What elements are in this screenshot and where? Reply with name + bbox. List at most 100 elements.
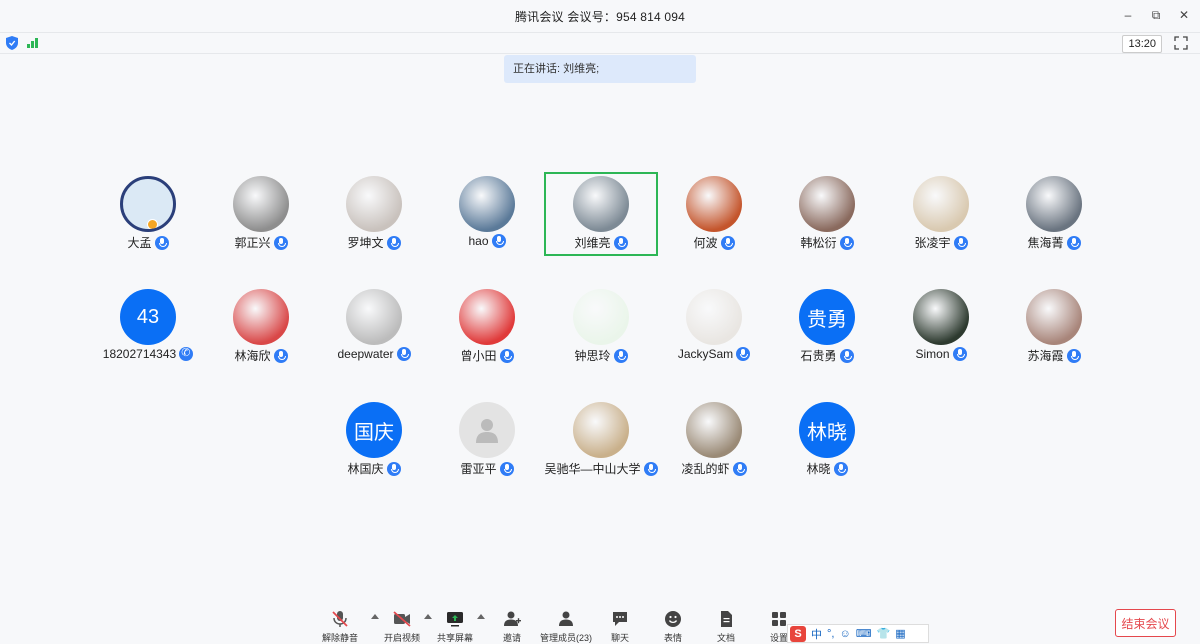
unmute-button[interactable]: 解除静音	[312, 609, 368, 644]
participant-tile[interactable]: 韩松衍	[770, 172, 884, 256]
participant-name-row: 郭正兴	[234, 234, 288, 251]
participant-tile[interactable]: deepwater	[317, 285, 431, 369]
participant-tile[interactable]: 林海欣	[204, 285, 318, 369]
documents-button[interactable]: 文档	[698, 609, 754, 644]
avatar	[459, 289, 515, 345]
participant-name: Simon	[915, 347, 950, 361]
participant-name: 18202714343	[102, 347, 177, 361]
avatar: 贵勇	[799, 289, 855, 345]
microphone-icon	[839, 348, 854, 363]
participant-name: 焦海菁	[1027, 236, 1064, 250]
avatar	[459, 402, 515, 458]
microphone-icon	[839, 235, 854, 250]
participant-tile[interactable]: 钟思玲	[544, 285, 658, 369]
manage-members-button[interactable]: 管理成员(23)	[538, 609, 594, 644]
reactions-button[interactable]: 表情	[645, 609, 701, 644]
document-icon	[721, 611, 732, 627]
participant-name: 林国庆	[347, 462, 384, 476]
participant-tile[interactable]: hao	[430, 172, 544, 256]
sogou-logo-icon: S	[790, 625, 806, 642]
participant-tile[interactable]: 吴驰华—中山大学	[544, 398, 658, 482]
microphone-icon	[491, 234, 506, 248]
participant-name-row: 林海欣	[234, 347, 288, 364]
participant-name: 钟思玲	[574, 349, 611, 363]
avatar: 林晓	[799, 402, 855, 458]
microphone-icon	[953, 235, 968, 250]
participant-tile[interactable]: 张凌宇	[884, 172, 998, 256]
avatar	[459, 176, 515, 232]
participant-tile[interactable]: 林晓 林晓	[770, 398, 884, 482]
participant-name: 雷亚平	[460, 462, 497, 476]
participant-tile[interactable]: 雷亚平	[430, 398, 544, 482]
ime-mode-label[interactable]: 中	[811, 626, 822, 642]
microphone-icon	[952, 347, 967, 361]
participant-name: 罗坤文	[347, 236, 384, 250]
participant-name-row: 18202714343	[102, 346, 194, 361]
participant-name-row: 焦海菁	[1027, 234, 1081, 251]
share-screen-icon	[447, 612, 463, 627]
participant-name-row: 钟思玲	[574, 347, 628, 364]
participant-name-row: 雷亚平	[460, 460, 514, 477]
skin-icon[interactable]: 👕	[877, 627, 891, 640]
avatar: 国庆	[346, 402, 402, 458]
participant-name-row: deepwater	[337, 347, 411, 361]
microphone-icon	[643, 461, 658, 476]
microphone-icon	[732, 461, 747, 476]
participant-name-row: 凌乱的虾	[681, 460, 747, 477]
microphone-icon	[396, 347, 411, 361]
end-meeting-button[interactable]: 结束会议	[1115, 609, 1176, 637]
participant-name-row: JackySam	[678, 347, 751, 361]
participant-name: 林晓	[806, 462, 831, 476]
ime-toolbar[interactable]: S 中 °, ☺ ⌨ 👕 ▦	[787, 624, 929, 643]
participant-name: 张凌宇	[914, 236, 951, 250]
participant-tile[interactable]: 苏海霞	[997, 285, 1111, 369]
participant-tile[interactable]: 罗坤文	[317, 172, 431, 256]
participant-tile[interactable]: 曾小田	[430, 285, 544, 369]
participant-tile[interactable]: 贵勇 石贵勇	[770, 285, 884, 369]
participant-tile[interactable]: 郭正兴	[204, 172, 318, 256]
start-video-button[interactable]: 开启视频	[374, 609, 430, 644]
participant-tile[interactable]: Simon	[884, 285, 998, 369]
keyboard-icon[interactable]: ⌨	[856, 627, 872, 640]
avatar	[573, 289, 629, 345]
participant-name: 林海欣	[234, 349, 271, 363]
avatar	[346, 289, 402, 345]
punctuation-icon[interactable]: °,	[827, 628, 834, 640]
participant-name: 石贵勇	[800, 349, 837, 363]
participant-tile[interactable]: 凌乱的虾	[657, 398, 771, 482]
participant-name-row: 韩松衍	[800, 234, 854, 251]
participant-name-row: 林国庆	[347, 460, 401, 477]
chat-button[interactable]: 聊天	[592, 609, 648, 644]
avatar	[573, 176, 629, 232]
avatar	[233, 289, 289, 345]
participant-name: 吴驰华—中山大学	[544, 462, 641, 476]
microphone-icon	[273, 348, 288, 363]
microphone-icon	[386, 461, 401, 476]
menu-grid-icon[interactable]: ▦	[895, 627, 905, 640]
participant-name-row: 大孟	[127, 234, 169, 251]
participant-tile[interactable]: 国庆 林国庆	[317, 398, 431, 482]
participant-name: 大孟	[127, 236, 152, 250]
emoji-icon[interactable]: ☺	[839, 628, 850, 640]
chat-icon	[613, 612, 627, 626]
participant-grid: 大孟 郭正兴 罗坤文 hao 刘维亮 何波 韩松衍 张凌宇 焦海菁 43 18202714343 林海…	[0, 0, 1200, 643]
microphone-icon	[720, 235, 735, 250]
host-crown-icon	[147, 219, 158, 229]
participant-tile[interactable]: 何波	[657, 172, 771, 256]
participant-name: deepwater	[337, 347, 394, 361]
avatar	[1026, 176, 1082, 232]
share-screen-button[interactable]: 共享屏幕	[427, 609, 483, 644]
participant-tile[interactable]: 焦海菁	[997, 172, 1111, 256]
participant-tile[interactable]: JackySam	[657, 285, 771, 369]
microphone-icon	[833, 461, 848, 476]
participant-tile[interactable]: 43 18202714343	[91, 285, 205, 369]
participant-tile[interactable]: 大孟	[91, 172, 205, 256]
avatar	[686, 402, 742, 458]
avatar: 43	[120, 289, 176, 345]
invite-button[interactable]: 邀请	[484, 609, 540, 644]
meeting-toolbar: 解除静音 开启视频 共享屏幕 邀请 管理成员(23) 聊天 表情 文档 设置	[0, 604, 1200, 643]
participant-tile[interactable]: 刘维亮	[544, 172, 658, 256]
avatar	[799, 176, 855, 232]
participant-name-row: 罗坤文	[347, 234, 401, 251]
members-icon	[559, 611, 573, 626]
